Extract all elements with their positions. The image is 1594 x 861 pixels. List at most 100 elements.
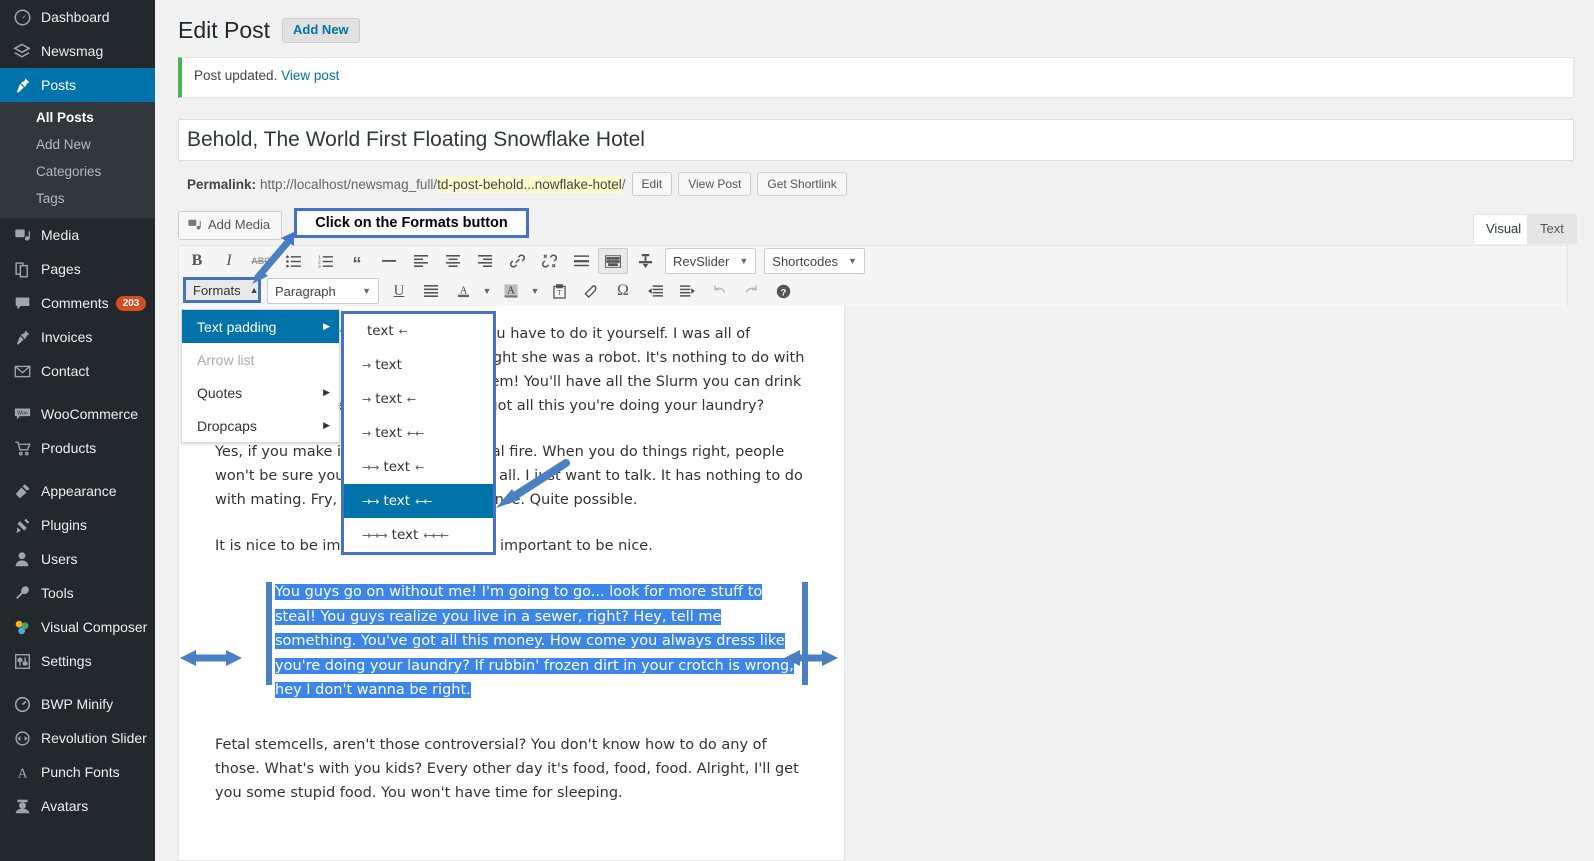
- tab-text[interactable]: Text: [1527, 214, 1577, 244]
- view-post-link[interactable]: View post: [281, 68, 339, 83]
- align-center-icon[interactable]: [438, 248, 468, 274]
- special-character-icon[interactable]: Ω: [608, 278, 638, 304]
- sidebar-separator: [0, 678, 155, 687]
- brush-icon: [12, 481, 32, 501]
- arrow-right-indicator: ←←: [415, 494, 432, 508]
- toggle-toolbar-icon[interactable]: [598, 248, 628, 274]
- menu-item-text-padding[interactable]: Text padding ▶: [182, 310, 339, 343]
- add-media-button[interactable]: Add Media: [178, 210, 283, 240]
- sidebar-item-woocommerce[interactable]: Woo WooCommerce: [0, 397, 155, 431]
- blockquote-icon[interactable]: “: [342, 248, 372, 274]
- numbered-list-icon[interactable]: 123: [310, 248, 340, 274]
- sidebar-item-appearance[interactable]: Appearance: [0, 474, 155, 508]
- sidebar-item-label: Posts: [41, 77, 77, 93]
- clear-formatting-icon[interactable]: [576, 278, 606, 304]
- sidebar-item-products[interactable]: Products: [0, 431, 155, 465]
- sidebar-item-plugins[interactable]: Plugins: [0, 508, 155, 542]
- revslider-dropdown[interactable]: RevSlider ▼: [665, 248, 757, 274]
- paste-as-text-icon[interactable]: T: [544, 278, 574, 304]
- sidebar-item-label: Pages: [41, 261, 81, 277]
- menu-item-arrow-list: Arrow list: [182, 343, 339, 376]
- menu-item-dropcaps[interactable]: Dropcaps ▶: [182, 409, 339, 442]
- sidebar-item-contact[interactable]: Contact: [0, 354, 155, 388]
- keyboard-shortcuts-icon[interactable]: ?: [768, 278, 798, 304]
- permalink-get-shortlink-button[interactable]: Get Shortlink: [757, 172, 847, 196]
- sidebar-subitem-all-posts[interactable]: All Posts: [0, 104, 155, 131]
- sidebar-item-avatars[interactable]: Avatars: [0, 789, 155, 823]
- sidebar-item-invoices[interactable]: Invoices: [0, 320, 155, 354]
- sidebar-item-pages[interactable]: Pages: [0, 252, 155, 286]
- permalink-view-post-button[interactable]: View Post: [678, 172, 752, 196]
- insert-link-icon[interactable]: [502, 248, 532, 274]
- shortcodes-dropdown[interactable]: Shortcodes ▼: [764, 248, 865, 274]
- permalink-edit-button[interactable]: Edit: [631, 172, 673, 196]
- sidebar-item-dashboard[interactable]: Dashboard: [0, 0, 155, 34]
- text-color-icon[interactable]: A: [448, 278, 478, 304]
- pages-icon: [12, 259, 32, 279]
- sidebar-item-label: Tools: [41, 585, 74, 601]
- outdent-icon[interactable]: [640, 278, 670, 304]
- tab-visual[interactable]: Visual: [1473, 214, 1535, 244]
- submenu-item-padding-5[interactable]: →→ text ←←: [344, 484, 493, 518]
- chevron-down-icon[interactable]: ▼: [528, 278, 542, 304]
- svg-text:A: A: [507, 285, 515, 296]
- submenu-item-padding-4[interactable]: →→ text ←: [344, 450, 493, 484]
- svg-text:A: A: [17, 765, 27, 780]
- indent-icon[interactable]: [672, 278, 702, 304]
- sidebar-item-tools[interactable]: Tools: [0, 576, 155, 610]
- unlink-icon[interactable]: [534, 248, 564, 274]
- read-more-icon[interactable]: [566, 248, 596, 274]
- sidebar-subitem-tags[interactable]: Tags: [0, 185, 155, 212]
- submenu-item-padding-3[interactable]: → text ←←: [344, 416, 493, 450]
- permalink-base: http://localhost/newsmag_full/: [260, 176, 438, 192]
- sidebar-item-posts[interactable]: Posts: [0, 68, 163, 102]
- sidebar-subitem-add-new[interactable]: Add New: [0, 131, 155, 158]
- sidebar-item-label: Comments: [41, 295, 109, 311]
- sidebar-item-label: Avatars: [41, 798, 89, 814]
- underline-icon[interactable]: U: [384, 278, 414, 304]
- sidebar-item-bwp-minify[interactable]: BWP Minify: [0, 687, 155, 721]
- menu-item-quotes[interactable]: Quotes ▶: [182, 376, 339, 409]
- bulleted-list-icon[interactable]: [278, 248, 308, 274]
- submenu-item-padding-1[interactable]: → text: [344, 348, 493, 382]
- sidebar-item-newsmag[interactable]: Newsmag: [0, 34, 155, 68]
- sidebar-item-label: Plugins: [41, 517, 87, 533]
- menu-item-label: Dropcaps: [197, 417, 257, 434]
- paragraph-dropdown[interactable]: Paragraph ▼: [267, 278, 379, 304]
- post-title-input[interactable]: [178, 119, 1574, 161]
- sidebar-item-label: Appearance: [41, 483, 117, 499]
- horizontal-rule-icon[interactable]: [374, 248, 404, 274]
- strikethrough-icon[interactable]: ABC: [246, 248, 276, 274]
- submenu-item-padding-0[interactable]: text ←: [344, 314, 493, 348]
- sidebar-item-settings[interactable]: Settings: [0, 644, 155, 678]
- sidebar-item-users[interactable]: Users: [0, 542, 155, 576]
- sidebar-item-revolution-slider[interactable]: Revolution Slider: [0, 721, 155, 755]
- submenu-item-padding-6[interactable]: →→→ text ←←←: [344, 518, 493, 552]
- add-media-label: Add Media: [208, 216, 271, 232]
- newsmag-icon: [12, 41, 32, 61]
- sidebar-item-media[interactable]: Media: [0, 218, 155, 252]
- background-color-icon[interactable]: A: [496, 278, 526, 304]
- redo-icon[interactable]: [736, 278, 766, 304]
- formats-button[interactable]: Formats ▲: [183, 277, 261, 303]
- anchor-icon[interactable]: [630, 248, 660, 274]
- cart-icon: [12, 438, 32, 458]
- arrow-right-indicator: ←: [406, 392, 416, 406]
- formats-label: Formats: [193, 282, 241, 298]
- sidebar-subitem-categories[interactable]: Categories: [0, 158, 155, 185]
- submenu-item-padding-2[interactable]: → text ←: [344, 382, 493, 416]
- chevron-down-icon[interactable]: ▼: [480, 278, 494, 304]
- chevron-up-icon: ▲: [249, 285, 259, 295]
- add-new-button[interactable]: Add New: [282, 18, 360, 43]
- bold-icon[interactable]: B: [182, 248, 212, 274]
- page-header: Edit Post Add New: [155, 0, 1594, 52]
- sidebar-item-visual-composer[interactable]: Visual Composer: [0, 610, 155, 644]
- align-left-icon[interactable]: [406, 248, 436, 274]
- undo-icon[interactable]: [704, 278, 734, 304]
- align-right-icon[interactable]: [470, 248, 500, 274]
- italic-icon[interactable]: I: [214, 248, 244, 274]
- sidebar-item-label: Revolution Slider: [41, 730, 147, 746]
- justify-icon[interactable]: [416, 278, 446, 304]
- sidebar-item-comments[interactable]: Comments 203: [0, 286, 155, 320]
- sidebar-item-punch-fonts[interactable]: A Punch Fonts: [0, 755, 155, 789]
